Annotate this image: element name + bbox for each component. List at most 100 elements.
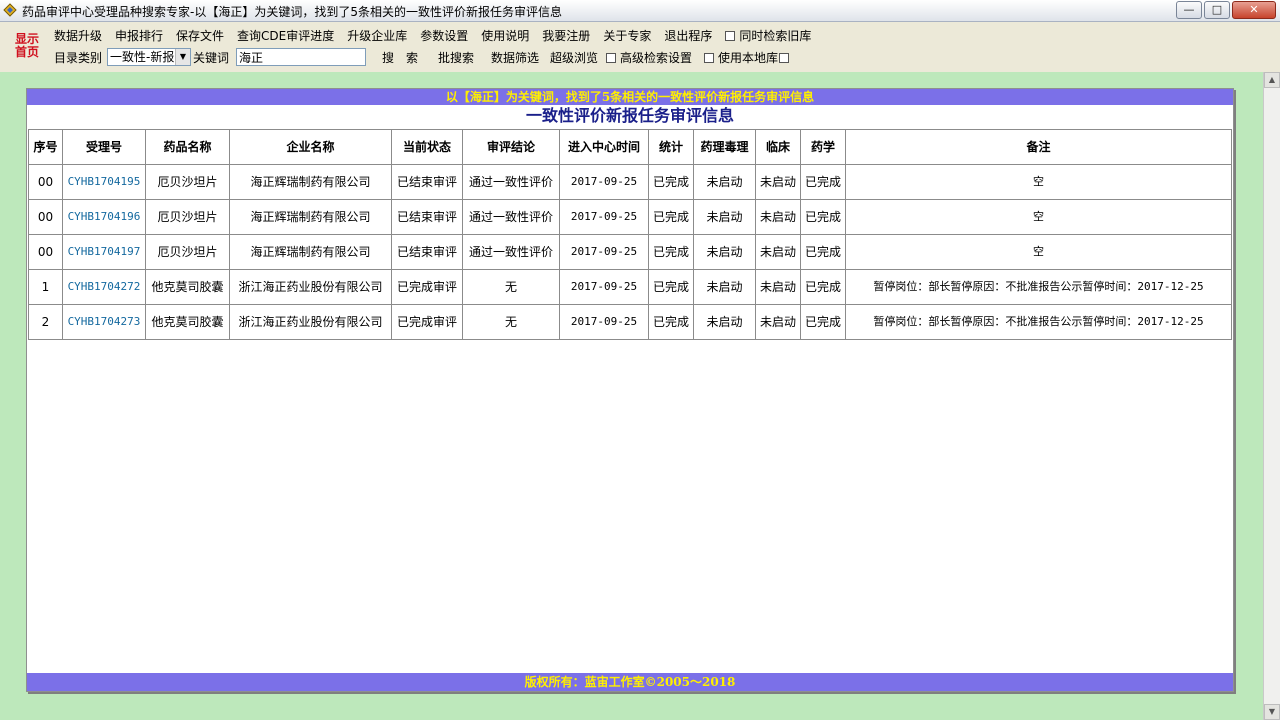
menu-upgrade-company-db[interactable]: 升级企业库 [347, 27, 407, 43]
col-header-clinical[interactable]: 临床 [755, 129, 801, 165]
col-header-entry-time[interactable]: 进入中心时间 [559, 129, 649, 165]
cell-status: 已结束审评 [391, 234, 463, 270]
cell-drug-name: 厄贝沙坦片 [145, 199, 230, 235]
keyword-input[interactable] [236, 48, 366, 66]
super-browse-button[interactable]: 超级浏览 [550, 49, 598, 66]
maximize-button[interactable]: □ [1204, 1, 1230, 19]
table-header-row: 序号 受理号 药品名称 企业名称 当前状态 审评结论 进入中心时间 统计 药理毒… [28, 129, 1232, 165]
table-row[interactable]: 2 CYHB1704273 他克莫司胶囊 浙江海正药业股份有限公司 已完成审评 … [28, 304, 1232, 340]
cell-entry-time: 2017-09-25 [559, 269, 649, 305]
home-logo-button[interactable]: 显示 首页 [10, 33, 44, 59]
logo-line-2: 首页 [14, 45, 39, 59]
local-db-group[interactable]: 使用本地库 [704, 49, 793, 66]
cell-clinical: 未启动 [755, 304, 801, 340]
cell-index: 00 [28, 234, 63, 270]
cell-pharmacy: 已完成 [800, 269, 846, 305]
advanced-search-group[interactable]: 高级检索设置 [606, 49, 692, 66]
search-button[interactable]: 搜 索 [382, 49, 418, 66]
cell-statistics: 已完成 [648, 269, 694, 305]
cell-pharm-tox: 未启动 [693, 269, 756, 305]
search-old-db-checkbox[interactable] [725, 31, 736, 41]
menu-save-file[interactable]: 保存文件 [176, 27, 224, 43]
accept-no-link[interactable]: CYHB1704195 [62, 164, 146, 200]
cell-company: 海正辉瑞制药有限公司 [229, 164, 392, 200]
menu-data-upgrade[interactable]: 数据升级 [54, 27, 102, 43]
keyword-label: 关键词 [193, 51, 230, 65]
menu-bar: 数据升级 申报排行 保存文件 查询CDE审评进度 升级企业库 参数设置 使用说明… [54, 27, 824, 43]
col-header-company[interactable]: 企业名称 [229, 129, 392, 165]
col-header-pharm-tox[interactable]: 药理毒理 [693, 129, 756, 165]
cell-entry-time: 2017-09-25 [559, 234, 649, 270]
local-db-checkbox-left[interactable] [704, 53, 714, 63]
menu-settings[interactable]: 参数设置 [420, 27, 468, 43]
menu-exit[interactable]: 退出程序 [664, 27, 712, 43]
catalog-select[interactable]: 一致性-新报 ▼ [107, 48, 191, 66]
result-banner: 以【海正】为关键词，找到了5条相关的一致性评价新报任务审评信息 [27, 89, 1233, 105]
menu-help[interactable]: 使用说明 [481, 27, 529, 43]
col-header-index[interactable]: 序号 [28, 129, 63, 165]
cell-status: 已结束审评 [391, 164, 463, 200]
chevron-down-icon[interactable]: ▼ [175, 49, 190, 65]
cell-company: 浙江海正药业股份有限公司 [229, 269, 392, 305]
table-row[interactable]: 00 CYHB1704197 厄贝沙坦片 海正辉瑞制药有限公司 已结束审评 通过… [28, 234, 1232, 270]
col-header-status[interactable]: 当前状态 [391, 129, 463, 165]
cell-index: 00 [28, 164, 63, 200]
advanced-search-checkbox[interactable] [606, 53, 616, 63]
col-header-remarks[interactable]: 备注 [845, 129, 1232, 165]
cell-pharm-tox: 未启动 [693, 199, 756, 235]
cell-conclusion: 通过一致性评价 [462, 199, 560, 235]
scroll-up-icon[interactable]: ▲ [1264, 72, 1280, 88]
data-filter-button[interactable]: 数据筛选 [491, 49, 539, 66]
batch-search-button[interactable]: 批搜索 [438, 49, 474, 66]
scroll-down-icon[interactable]: ▼ [1264, 704, 1280, 720]
copyright-footer: 版权所有：蓝宙工作室©2005～2018 [27, 673, 1233, 691]
search-old-db-checkbox-group[interactable]: 同时检索旧库 [725, 27, 811, 43]
accept-no-link[interactable]: CYHB1704273 [62, 304, 146, 340]
cell-conclusion: 通过一致性评价 [462, 164, 560, 200]
cell-drug-name: 他克莫司胶囊 [145, 269, 230, 305]
cell-statistics: 已完成 [648, 304, 694, 340]
vertical-scrollbar[interactable]: ▲ ▼ [1263, 72, 1280, 720]
table-row[interactable]: 00 CYHB1704195 厄贝沙坦片 海正辉瑞制药有限公司 已结束审评 通过… [28, 164, 1232, 200]
menu-register[interactable]: 我要注册 [542, 27, 590, 43]
cell-pharm-tox: 未启动 [693, 164, 756, 200]
local-db-checkbox-right[interactable] [779, 53, 790, 63]
cell-statistics: 已完成 [648, 234, 694, 270]
minimize-button[interactable]: — [1176, 1, 1202, 19]
cell-drug-name: 厄贝沙坦片 [145, 164, 230, 200]
cell-drug-name: 他克莫司胶囊 [145, 304, 230, 340]
table-row[interactable]: 00 CYHB1704196 厄贝沙坦片 海正辉瑞制药有限公司 已结束审评 通过… [28, 199, 1232, 235]
cell-drug-name: 厄贝沙坦片 [145, 234, 230, 270]
col-header-accept-no[interactable]: 受理号 [62, 129, 146, 165]
cell-remarks: 空 [845, 234, 1232, 270]
cell-company: 海正辉瑞制药有限公司 [229, 234, 392, 270]
table-row[interactable]: 1 CYHB1704272 他克莫司胶囊 浙江海正药业股份有限公司 已完成审评 … [28, 269, 1232, 305]
col-header-drug-name[interactable]: 药品名称 [145, 129, 230, 165]
accept-no-link[interactable]: CYHB1704196 [62, 199, 146, 235]
menu-about[interactable]: 关于专家 [603, 27, 651, 43]
cell-status: 已结束审评 [391, 199, 463, 235]
advanced-search-label: 高级检索设置 [620, 51, 693, 65]
title-bar: 药品审评中心受理品种搜索专家-以【海正】为关键词，找到了5条相关的一致性评价新报… [0, 0, 1280, 22]
cell-pharm-tox: 未启动 [693, 234, 756, 270]
col-header-pharmacy[interactable]: 药学 [800, 129, 846, 165]
cell-pharmacy: 已完成 [800, 304, 846, 340]
menu-ranking[interactable]: 申报排行 [115, 27, 163, 43]
cell-remarks: 暂停岗位：部长暂停原因：不批准报告公示暂停时间：2017-12-25 [845, 304, 1232, 340]
catalog-select-value: 一致性-新报 [110, 50, 175, 64]
col-header-conclusion[interactable]: 审评结论 [462, 129, 560, 165]
cell-status: 已完成审评 [391, 269, 463, 305]
close-button[interactable]: ✕ [1232, 1, 1276, 19]
accept-no-link[interactable]: CYHB1704197 [62, 234, 146, 270]
cell-remarks: 暂停岗位：部长暂停原因：不批准报告公示暂停时间：2017-12-25 [845, 269, 1232, 305]
accept-no-link[interactable]: CYHB1704272 [62, 269, 146, 305]
cell-remarks: 空 [845, 164, 1232, 200]
cell-company: 浙江海正药业股份有限公司 [229, 304, 392, 340]
cell-remarks: 空 [845, 199, 1232, 235]
cell-index: 00 [28, 199, 63, 235]
menu-cde-progress[interactable]: 查询CDE审评进度 [237, 27, 334, 43]
cell-clinical: 未启动 [755, 234, 801, 270]
toolbar: 显示 首页 数据升级 申报排行 保存文件 查询CDE审评进度 升级企业库 参数设… [0, 22, 1280, 70]
col-header-statistics[interactable]: 统计 [648, 129, 694, 165]
catalog-label: 目录类别 [54, 51, 103, 65]
